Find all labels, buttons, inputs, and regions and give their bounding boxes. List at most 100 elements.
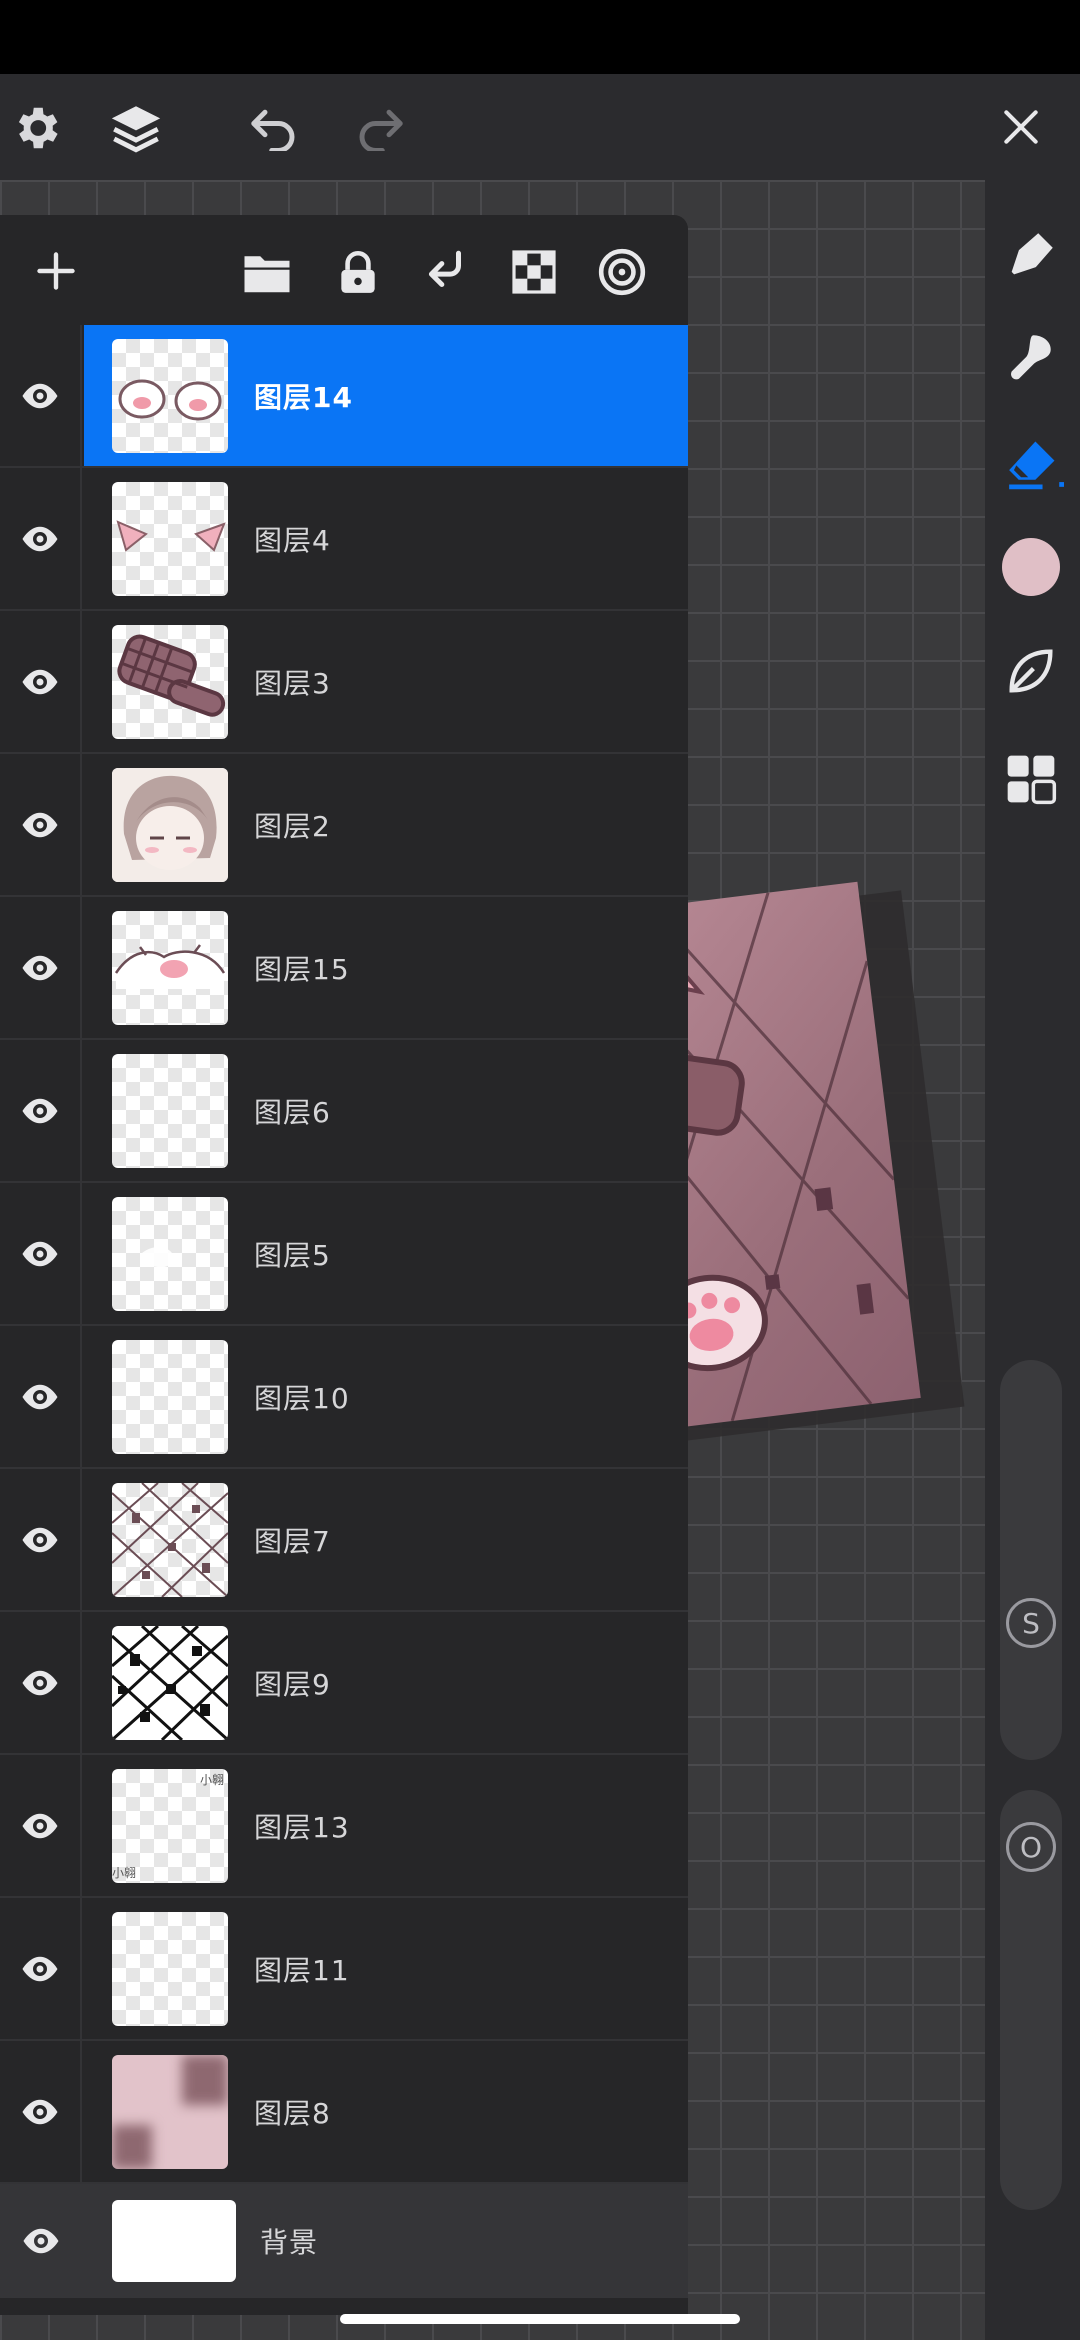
layer-thumbnail [112,768,228,882]
add-layer-button[interactable] [28,243,84,299]
layer-row[interactable]: 图层7 [0,1469,688,1612]
layer-name: 图层8 [254,2096,331,2130]
pen-tool-icon [1011,233,1053,275]
status-bar [0,0,1080,74]
layer-row-background[interactable]: 背景 [0,2184,688,2298]
layer-name: 图层14 [254,380,353,414]
layer-name: 图层4 [254,523,331,557]
layer-thumbnail [112,1340,228,1454]
layer-row[interactable]: 图层2 [0,754,688,897]
layer-name: 图层10 [254,1381,350,1415]
layer-name: 图层11 [254,1953,350,1987]
background-color-swatch [112,2200,236,2282]
eye-icon [22,1527,58,1552]
layer-name: 背景 [260,2226,319,2259]
layers-panel-header [0,215,688,325]
visibility-toggle[interactable] [0,2041,82,2182]
alpha-lock-button[interactable] [506,245,562,299]
eraser-tool-icon [1009,441,1064,490]
visibility-toggle[interactable] [0,1755,82,1896]
undo-button[interactable] [246,102,302,154]
layer-row[interactable]: 图层5 [0,1183,688,1326]
layer-row[interactable]: 图层4 [0,468,688,611]
layer-thumbnail [112,482,228,596]
layer-row[interactable]: 图层8 [0,2041,688,2184]
merge-down-button[interactable] [418,245,474,299]
grid-icon [1007,755,1057,805]
visibility-toggle[interactable] [0,1040,82,1181]
layer-name: 图层7 [254,1524,331,1558]
opacity-slider-label: O [1006,1822,1056,1872]
layer-list: 图层14 图层4 图层3 图层2 图层15 图层6 图层5 图层10 图层7 图… [0,325,688,2298]
layer-row[interactable]: 图层9 [0,1612,688,1755]
layer-thumbnail: 小翱 小翱 [112,1769,228,1883]
layer-name: 图层9 [254,1667,331,1701]
layer-row[interactable]: 图层11 [0,1898,688,2041]
visibility-toggle[interactable] [0,325,82,466]
leaf-icon [1009,649,1053,693]
eye-icon [22,526,58,551]
layer-row[interactable]: 图层6 [0,1040,688,1183]
visibility-toggle[interactable] [0,2184,82,2298]
visibility-toggle[interactable] [0,754,82,895]
layer-name: 图层15 [254,952,350,986]
folder-icon [244,256,290,293]
visibility-toggle[interactable] [0,1183,82,1324]
layer-thumbnail [112,1483,228,1597]
redo-icon [359,109,403,151]
top-toolbar [0,74,1080,180]
leaf-button[interactable] [1000,640,1062,702]
visibility-toggle[interactable] [0,1612,82,1753]
eye-icon [22,1241,58,1266]
visibility-toggle[interactable] [0,1898,82,2039]
layer-row[interactable]: 小翱 小翱 图层13 [0,1755,688,1898]
eye-icon [22,1956,58,1981]
smudge-tool-icon [1011,335,1051,380]
visibility-toggle[interactable] [0,468,82,609]
group-folder-button[interactable] [238,245,296,299]
layer-row[interactable]: 图层14 [0,325,688,468]
brush-size-slider[interactable] [1000,1360,1062,1760]
layer-thumbnail [112,1054,228,1168]
layer-name: 图层6 [254,1095,331,1129]
pen-tool-button[interactable] [1000,224,1062,286]
reference-button[interactable] [594,245,650,299]
layers-panel: 图层14 图层4 图层3 图层2 图层15 图层6 图层5 图层10 图层7 图… [0,215,688,2315]
merge-down-icon [428,250,461,287]
layer-row[interactable]: 图层3 [0,611,688,754]
eye-icon [22,1670,58,1695]
size-slider-label: S [1006,1598,1056,1648]
lock-icon [341,251,375,293]
eye-icon [23,2228,59,2254]
layer-name: 图层13 [254,1810,350,1844]
thumbnail-watermark: 小翱 [112,1866,137,1880]
grid-button[interactable] [1000,748,1062,810]
layer-thumbnail [112,1197,228,1311]
color-picker[interactable] [1002,538,1060,596]
visibility-toggle[interactable] [0,611,82,752]
layer-name: 图层3 [254,666,331,700]
layer-row[interactable]: 图层10 [0,1326,688,1469]
visibility-toggle[interactable] [0,1469,82,1610]
visibility-toggle[interactable] [0,897,82,1038]
redo-button[interactable] [352,102,408,154]
eye-icon [22,383,58,408]
target-icon [598,248,646,296]
visibility-toggle[interactable] [0,1326,82,1467]
home-indicator[interactable] [340,2314,740,2324]
layers-button[interactable] [104,98,168,158]
settings-button[interactable] [8,100,64,156]
eye-icon [22,669,58,694]
close-icon [1004,110,1038,144]
lock-button[interactable] [330,245,386,299]
undo-icon [251,109,295,151]
eraser-tool-button[interactable] [1000,432,1066,494]
layer-thumbnail [112,2055,228,2169]
close-button[interactable] [996,102,1046,152]
layer-row[interactable]: 图层15 [0,897,688,1040]
smudge-tool-button[interactable] [1000,326,1062,388]
gear-icon [18,107,58,149]
eye-icon [22,1813,58,1838]
layer-name: 图层2 [254,809,331,843]
eye-icon [22,1384,58,1409]
